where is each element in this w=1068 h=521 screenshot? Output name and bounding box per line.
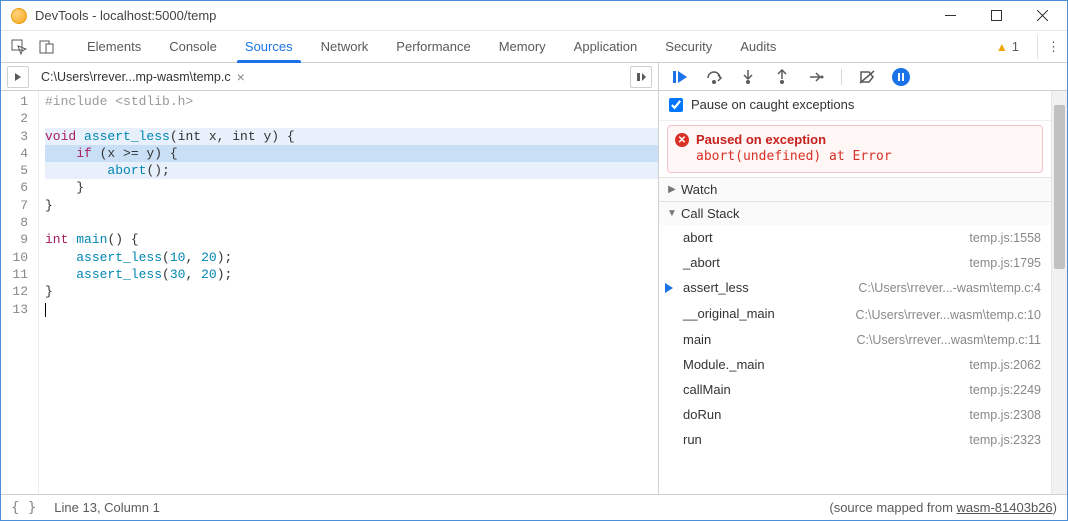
status-bar: { } Line 13, Column 1 (source mapped fro… bbox=[1, 494, 1067, 520]
pretty-print-icon[interactable]: { } bbox=[11, 500, 36, 516]
open-file-tab[interactable]: C:\Users\rrever...mp-wasm\temp.c × bbox=[37, 69, 249, 85]
paused-banner: ✕ Paused on exception abort(undefined) a… bbox=[667, 125, 1043, 173]
resume-button[interactable] bbox=[669, 66, 691, 88]
paused-message: abort(undefined) at Error bbox=[696, 149, 1034, 164]
frame-location: C:\Users\rrever...wasm\temp.c:11 bbox=[856, 333, 1041, 347]
warnings-count: 1 bbox=[1012, 39, 1019, 54]
panel-tab-console[interactable]: Console bbox=[155, 31, 231, 62]
debugger-controls bbox=[659, 66, 922, 88]
panel-tab-application[interactable]: Application bbox=[560, 31, 652, 62]
warnings-badge[interactable]: ▲ 1 bbox=[986, 39, 1029, 54]
callstack-frame[interactable]: runtemp.js:2323 bbox=[659, 427, 1051, 452]
window-title: DevTools - localhost:5000/temp bbox=[35, 8, 927, 23]
chevron-right-icon: ▶ bbox=[667, 184, 677, 195]
pause-on-caught-checkbox[interactable]: Pause on caught exceptions bbox=[659, 91, 1051, 121]
main-toolbar: ElementsConsoleSourcesNetworkPerformance… bbox=[1, 31, 1067, 63]
source-editor-pane: 12345678910111213 #include <stdlib.h> vo… bbox=[1, 91, 659, 494]
callstack-list: aborttemp.js:1558_aborttemp.js:1795asser… bbox=[659, 225, 1051, 452]
frame-location: C:\Users\rrever...-wasm\temp.c:4 bbox=[858, 281, 1041, 295]
debugger-toggle-icon[interactable] bbox=[630, 66, 652, 88]
sidebar-scrollbar[interactable] bbox=[1051, 91, 1067, 494]
watch-label: Watch bbox=[681, 182, 717, 197]
close-file-icon[interactable]: × bbox=[237, 69, 245, 85]
device-toolbar-icon[interactable] bbox=[35, 35, 59, 59]
frame-name: _abort bbox=[683, 255, 969, 270]
callstack-frame[interactable]: callMaintemp.js:2249 bbox=[659, 377, 1051, 402]
scrollbar-thumb[interactable] bbox=[1054, 105, 1065, 269]
frame-name: Module._main bbox=[683, 357, 969, 372]
chevron-down-icon: ▼ bbox=[667, 208, 677, 219]
frame-name: assert_less bbox=[683, 280, 858, 295]
frame-name: __original_main bbox=[683, 306, 851, 321]
callstack-frame[interactable]: assert_lessC:\Users\rrever...-wasm\temp.… bbox=[659, 275, 1051, 300]
callstack-section-header[interactable]: ▼ Call Stack bbox=[659, 202, 1051, 225]
paused-title: Paused on exception bbox=[696, 132, 1034, 147]
pause-on-caught-input[interactable] bbox=[669, 98, 683, 112]
frame-name: run bbox=[683, 432, 969, 447]
step-over-button[interactable] bbox=[703, 66, 725, 88]
source-map-info: (source mapped from wasm-81403b26) bbox=[178, 500, 1057, 515]
callstack-frame[interactable]: mainC:\Users\rrever...wasm\temp.c:11 bbox=[659, 327, 1051, 352]
frame-location: temp.js:1558 bbox=[969, 231, 1041, 245]
more-menu-icon[interactable]: ⋮ bbox=[1037, 35, 1061, 59]
source-code[interactable]: #include <stdlib.h> void assert_less(int… bbox=[39, 91, 658, 494]
panel-tabs: ElementsConsoleSourcesNetworkPerformance… bbox=[73, 31, 790, 62]
panel-tab-performance[interactable]: Performance bbox=[382, 31, 484, 62]
frame-name: callMain bbox=[683, 382, 969, 397]
callstack-label: Call Stack bbox=[681, 206, 740, 221]
frame-name: abort bbox=[683, 230, 969, 245]
maximize-button[interactable] bbox=[973, 1, 1019, 31]
deactivate-breakpoints-button[interactable] bbox=[856, 66, 878, 88]
pause-on-exceptions-button[interactable] bbox=[890, 66, 912, 88]
frame-name: main bbox=[683, 332, 856, 347]
panel-tab-network[interactable]: Network bbox=[307, 31, 383, 62]
inspect-element-icon[interactable] bbox=[7, 35, 31, 59]
step-out-button[interactable] bbox=[771, 66, 793, 88]
frame-location: temp.js:1795 bbox=[969, 256, 1041, 270]
panel-tab-elements[interactable]: Elements bbox=[73, 31, 155, 62]
panel-tab-audits[interactable]: Audits bbox=[726, 31, 790, 62]
callstack-frame[interactable]: aborttemp.js:1558 bbox=[659, 225, 1051, 250]
window-controls bbox=[927, 1, 1065, 31]
watch-section-header[interactable]: ▶ Watch bbox=[659, 178, 1051, 201]
frame-location: temp.js:2308 bbox=[969, 408, 1041, 422]
frame-location: temp.js:2249 bbox=[969, 383, 1041, 397]
callstack-frame[interactable]: _aborttemp.js:1795 bbox=[659, 250, 1051, 275]
line-gutter: 12345678910111213 bbox=[1, 91, 39, 494]
step-button[interactable] bbox=[805, 66, 827, 88]
cursor-position: Line 13, Column 1 bbox=[54, 500, 160, 515]
frame-location: temp.js:2062 bbox=[969, 358, 1041, 372]
frame-location: temp.js:2323 bbox=[969, 433, 1041, 447]
callstack-frame[interactable]: doRuntemp.js:2308 bbox=[659, 402, 1051, 427]
error-icon: ✕ bbox=[675, 133, 689, 147]
panel-tab-sources[interactable]: Sources bbox=[231, 31, 307, 62]
devtools-icon bbox=[11, 8, 27, 24]
titlebar: DevTools - localhost:5000/temp bbox=[1, 1, 1067, 31]
frame-name: doRun bbox=[683, 407, 969, 422]
pause-on-caught-label: Pause on caught exceptions bbox=[691, 97, 854, 112]
close-button[interactable] bbox=[1019, 1, 1065, 31]
sources-subtoolbar: C:\Users\rrever...mp-wasm\temp.c × bbox=[1, 63, 1067, 91]
navigator-toggle-icon[interactable] bbox=[7, 66, 29, 88]
file-tab-path: C:\Users\rrever...mp-wasm\temp.c bbox=[41, 70, 231, 84]
source-map-link[interactable]: wasm-81403b26 bbox=[957, 500, 1053, 515]
minimize-button[interactable] bbox=[927, 1, 973, 31]
step-into-button[interactable] bbox=[737, 66, 759, 88]
devtools-window: DevTools - localhost:5000/temp ElementsC… bbox=[0, 0, 1068, 521]
callstack-frame[interactable]: Module._maintemp.js:2062 bbox=[659, 352, 1051, 377]
frame-location: C:\Users\rrever...wasm\temp.c:10 bbox=[851, 308, 1041, 322]
panel-tab-security[interactable]: Security bbox=[651, 31, 726, 62]
callstack-frame[interactable]: __original_mainC:\Users\rrever...wasm\te… bbox=[659, 300, 1051, 327]
debugger-sidebar: Pause on caught exceptions ✕ Paused on e… bbox=[659, 91, 1051, 494]
warning-icon: ▲ bbox=[996, 40, 1008, 54]
panel-tab-memory[interactable]: Memory bbox=[485, 31, 560, 62]
